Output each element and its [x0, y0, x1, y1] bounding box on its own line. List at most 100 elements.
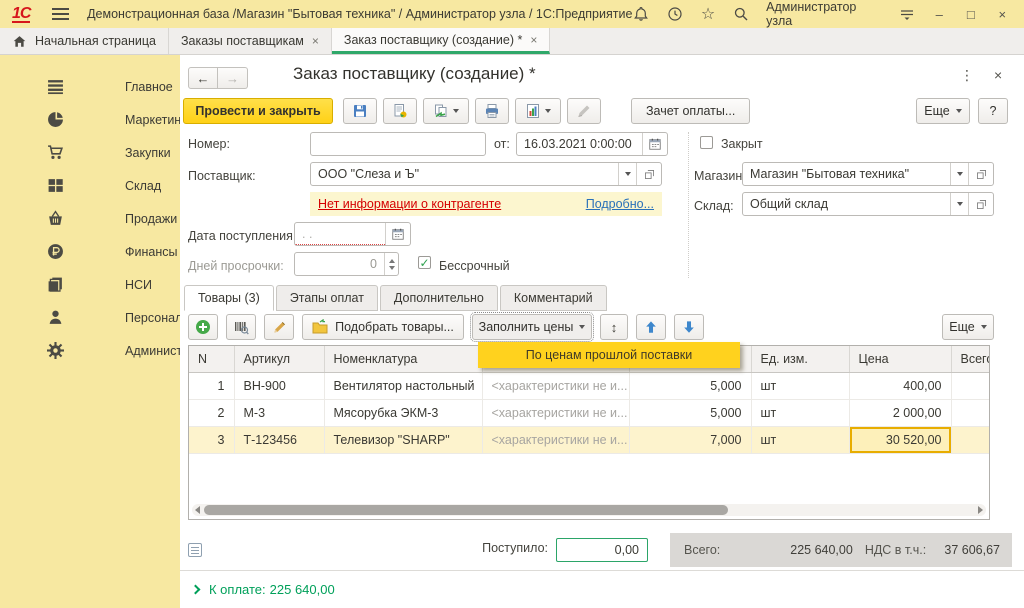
- column-header-article[interactable]: Артикул: [234, 346, 324, 372]
- cell-price[interactable]: 30 520,00: [849, 426, 951, 453]
- column-header-price[interactable]: Цена: [849, 346, 951, 372]
- maximize-button[interactable]: □: [963, 7, 979, 22]
- sidebar-item-finance[interactable]: Финансы: [0, 235, 180, 268]
- fill-prices-button[interactable]: Заполнить цены: [472, 314, 592, 340]
- column-header-n[interactable]: N: [189, 346, 234, 372]
- scroll-left-icon[interactable]: [195, 506, 200, 514]
- warehouse-value[interactable]: Общий склад: [743, 193, 950, 215]
- to-pay-strip[interactable]: К оплате: 225 640,00: [180, 570, 1024, 608]
- calendar-icon[interactable]: [642, 133, 667, 155]
- minimize-button[interactable]: –: [932, 7, 948, 22]
- tab-supplier-order-new[interactable]: Заказ поставщику (создание) * ×: [332, 28, 550, 54]
- tab-additional[interactable]: Дополнительно: [380, 285, 498, 311]
- post-document-button[interactable]: [383, 98, 417, 124]
- barcode-scan-button[interactable]: [226, 314, 256, 340]
- number-value[interactable]: [311, 133, 485, 155]
- close-tab-icon[interactable]: ×: [530, 33, 537, 47]
- date-value[interactable]: 16.03.2021 0:00:00: [517, 133, 642, 155]
- cell-n[interactable]: 3: [189, 426, 234, 453]
- move-row-up-button[interactable]: [636, 314, 666, 340]
- tab-goods[interactable]: Товары (3): [184, 285, 274, 311]
- shop-open-icon[interactable]: [968, 163, 993, 185]
- cell-characteristic[interactable]: <характеристики не и...: [482, 426, 629, 453]
- supplier-dropdown-icon[interactable]: [618, 163, 636, 185]
- supplier-combo[interactable]: ООО "Слеза и Ъ": [310, 162, 662, 186]
- stepper-arrows-icon[interactable]: [384, 253, 398, 275]
- edit-button-disabled[interactable]: [567, 98, 601, 124]
- cell-qty[interactable]: 5,000: [629, 399, 751, 426]
- date-input[interactable]: 16.03.2021 0:00:00: [516, 132, 668, 156]
- edit-row-button[interactable]: [264, 314, 294, 340]
- move-row-down-button[interactable]: [674, 314, 704, 340]
- notifications-bell-icon[interactable]: [632, 5, 649, 23]
- fill-prices-menu-item[interactable]: По ценам прошлой поставки: [478, 342, 740, 368]
- cell-n[interactable]: 1: [189, 372, 234, 399]
- cell-characteristic[interactable]: <характеристики не и...: [482, 399, 629, 426]
- resize-rows-button[interactable]: ↕: [600, 314, 628, 340]
- main-menu-icon[interactable]: [52, 5, 69, 23]
- cell-nomenclature[interactable]: Телевизор "SHARP": [324, 426, 482, 453]
- column-header-total[interactable]: Всего: [951, 346, 990, 372]
- sidebar-item-personnel[interactable]: Персонал: [0, 301, 180, 334]
- help-button[interactable]: ?: [978, 98, 1008, 124]
- tab-payment-stages[interactable]: Этапы оплат: [276, 285, 378, 311]
- warehouse-combo[interactable]: Общий склад: [742, 192, 994, 216]
- number-input[interactable]: [310, 132, 486, 156]
- favorites-star-icon[interactable]: ☆: [699, 5, 716, 23]
- service-menu-icon[interactable]: [898, 5, 915, 23]
- cell-nomenclature[interactable]: Мясорубка ЭКМ-3: [324, 399, 482, 426]
- close-tab-icon[interactable]: ×: [312, 34, 319, 48]
- cell-unit[interactable]: шт: [751, 426, 849, 453]
- print-button[interactable]: [475, 98, 509, 124]
- calendar-icon[interactable]: [385, 223, 410, 245]
- cell-article[interactable]: М-3: [234, 399, 324, 426]
- cell-nomenclature[interactable]: Вентилятор настольный: [324, 372, 482, 399]
- back-button[interactable]: ←: [188, 67, 218, 89]
- sidebar-item-nsi[interactable]: НСИ: [0, 268, 180, 301]
- cell-price[interactable]: 400,00: [849, 372, 951, 399]
- history-icon[interactable]: [666, 5, 683, 23]
- add-row-button[interactable]: [188, 314, 218, 340]
- save-button[interactable]: [343, 98, 377, 124]
- cell-total[interactable]: 10 000,00: [951, 399, 990, 426]
- details-link[interactable]: Подробно...: [586, 197, 654, 211]
- forward-button[interactable]: →: [218, 67, 248, 89]
- payment-offset-button[interactable]: Зачет оплаты...: [631, 98, 750, 124]
- cell-characteristic[interactable]: <характеристики не и...: [482, 372, 629, 399]
- reports-button[interactable]: [515, 98, 561, 124]
- cell-price[interactable]: 2 000,00: [849, 399, 951, 426]
- supplier-value[interactable]: ООО "Слеза и Ъ": [311, 163, 618, 185]
- text-view-icon[interactable]: [188, 543, 202, 557]
- sidebar-item-purchases[interactable]: Закупки: [0, 136, 180, 169]
- cell-qty[interactable]: 7,000: [629, 426, 751, 453]
- supplier-open-icon[interactable]: [636, 163, 661, 185]
- warning-text[interactable]: Нет информации о контрагенте: [318, 197, 501, 211]
- close-window-button[interactable]: ×: [995, 7, 1011, 22]
- tab-supplier-orders-list[interactable]: Заказы поставщикам ×: [169, 28, 332, 54]
- received-input[interactable]: 0,00: [556, 538, 648, 562]
- receipt-date-input[interactable]: . .: [294, 222, 411, 246]
- form-close-icon[interactable]: ×: [994, 67, 1002, 84]
- sidebar-item-main[interactable]: Главное: [0, 70, 180, 103]
- column-header-unit[interactable]: Ед. изм.: [751, 346, 849, 372]
- sidebar-item-sales[interactable]: Продажи: [0, 202, 180, 235]
- cell-unit[interactable]: шт: [751, 372, 849, 399]
- sidebar-item-administration[interactable]: Администрирование: [0, 334, 180, 367]
- receipt-date-placeholder[interactable]: . .: [295, 223, 385, 245]
- cell-unit[interactable]: шт: [751, 399, 849, 426]
- cell-total[interactable]: 2 000,00: [951, 372, 990, 399]
- table-row[interactable]: 2М-3Мясорубка ЭКМ-3<характеристики не и.…: [189, 399, 990, 426]
- sidebar-item-warehouse[interactable]: Склад: [0, 169, 180, 202]
- warehouse-dropdown-icon[interactable]: [950, 193, 968, 215]
- more-actions-button[interactable]: Еще: [916, 98, 970, 124]
- create-based-on-button[interactable]: [423, 98, 469, 124]
- tab-home[interactable]: Начальная страница: [0, 28, 169, 54]
- overdue-days-stepper[interactable]: 0: [294, 252, 399, 276]
- current-user[interactable]: Администратор узла: [766, 0, 882, 28]
- shop-dropdown-icon[interactable]: [950, 163, 968, 185]
- pick-goods-button[interactable]: Подобрать товары...: [302, 314, 464, 340]
- shop-combo[interactable]: Магазин "Бытовая техника": [742, 162, 994, 186]
- cell-qty[interactable]: 5,000: [629, 372, 751, 399]
- search-icon[interactable]: [733, 5, 750, 23]
- tab-comment[interactable]: Комментарий: [500, 285, 607, 311]
